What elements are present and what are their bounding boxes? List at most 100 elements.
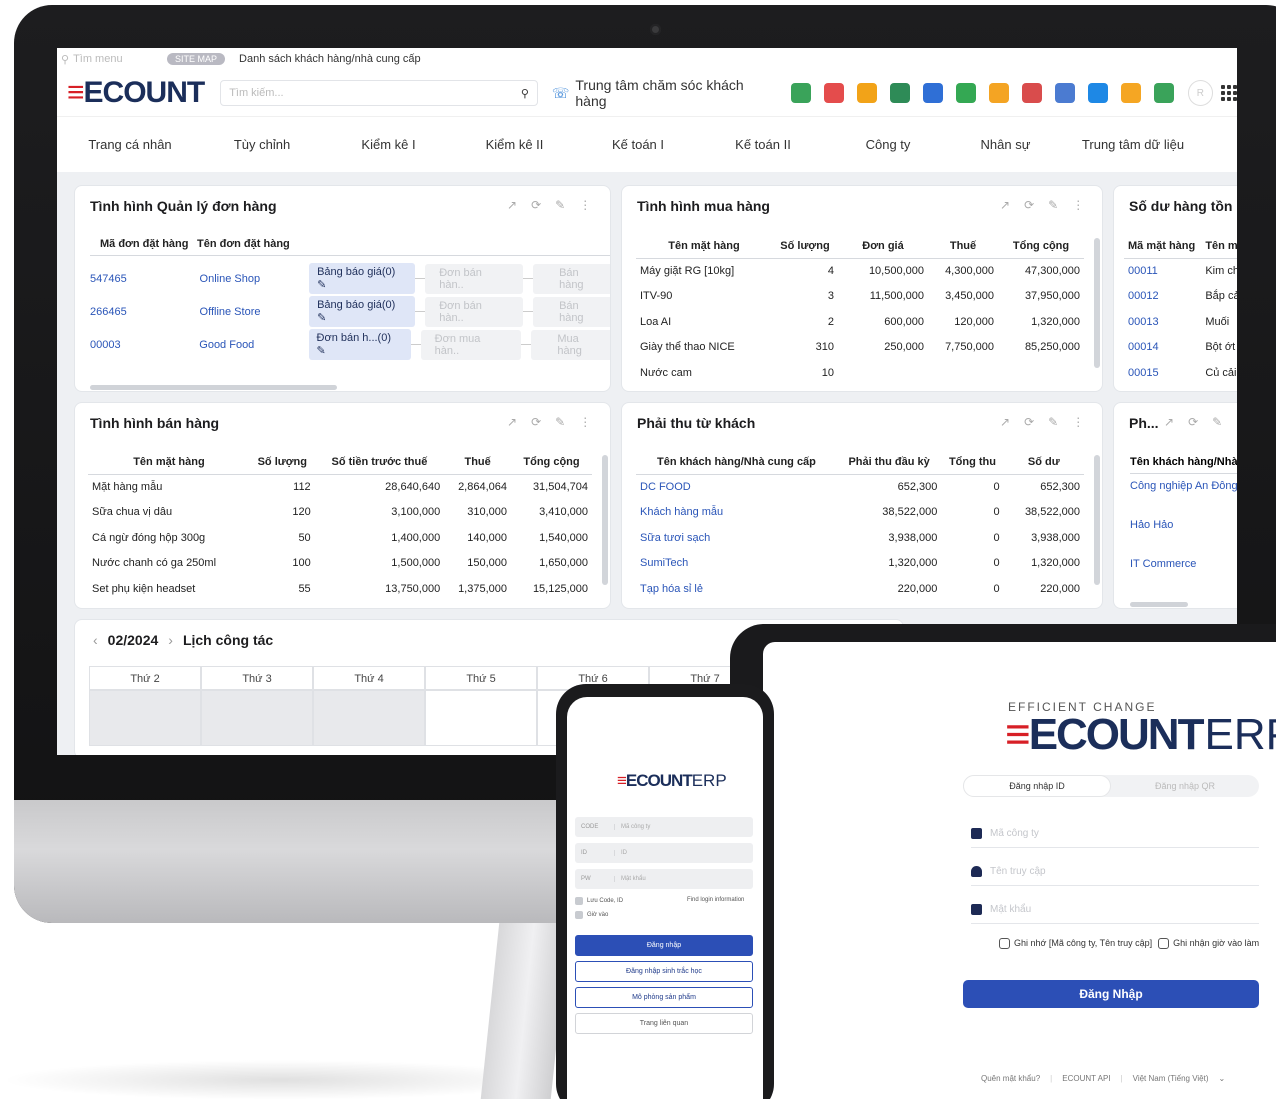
customer-link[interactable]: IT Commerce bbox=[1130, 557, 1237, 596]
table-row[interactable]: ITV-90 3 11,500,000 3,450,000 37,950,000 bbox=[636, 284, 1084, 310]
column-header[interactable]: Số tiền trước thuế bbox=[314, 450, 445, 475]
toolbar-app-icon[interactable] bbox=[1054, 83, 1075, 103]
username-field[interactable]: Tên truy cập bbox=[971, 858, 1259, 886]
nav-item[interactable]: Kế toán II bbox=[703, 137, 823, 152]
table-cell[interactable]: 00011 bbox=[1124, 258, 1201, 284]
column-header[interactable]: Thuế bbox=[928, 234, 998, 259]
column-header[interactable]: Số lượng bbox=[772, 234, 838, 259]
nav-item[interactable]: Kế toán I bbox=[573, 137, 703, 152]
order-code-link[interactable]: 547465 bbox=[90, 273, 200, 285]
table-row[interactable]: 00013 Muối bbox=[1124, 309, 1237, 335]
next-month-icon[interactable]: › bbox=[168, 632, 173, 648]
order-name-link[interactable]: Offline Store bbox=[200, 306, 310, 318]
column-header[interactable]: Thuế bbox=[444, 450, 511, 475]
toolbar-app-icon[interactable] bbox=[823, 83, 844, 103]
refresh-icon[interactable]: ⟳ bbox=[1024, 198, 1034, 212]
search-icon[interactable]: ⚲ bbox=[521, 87, 529, 100]
settings-icon[interactable]: ✎ bbox=[1048, 415, 1058, 429]
biometric-login-button[interactable]: Đăng nhập sinh trắc học bbox=[575, 961, 753, 982]
find-login-link[interactable]: Find login information bbox=[687, 897, 744, 903]
related-pages-button[interactable]: Trang liên quan bbox=[575, 1013, 753, 1034]
column-header[interactable]: Tên khách hàng/Nhà cung cấp bbox=[636, 450, 837, 475]
table-row[interactable]: Nước chanh có ga 250ml 100 1,500,000 150,00… bbox=[88, 551, 592, 577]
toolbar-app-icon[interactable] bbox=[1087, 83, 1108, 103]
sitemap-button[interactable]: SITE MAP bbox=[167, 53, 226, 65]
external-link-icon[interactable]: ↗ bbox=[1000, 415, 1010, 429]
nav-item[interactable]: Kiểm kê II bbox=[456, 137, 573, 152]
prev-month-icon[interactable]: ‹ bbox=[93, 632, 98, 648]
more-icon[interactable]: ⋮ bbox=[579, 415, 591, 429]
table-row[interactable]: Sữa tươi sạch 3,938,000 0 3,938,000 bbox=[636, 525, 1084, 551]
settings-icon[interactable]: ✎ bbox=[555, 415, 565, 429]
customer-link[interactable]: Hảo Hảo bbox=[1130, 518, 1237, 557]
breadcrumb[interactable]: Danh sách khách hàng/nhà cung cấp bbox=[239, 53, 421, 65]
calendar-day-cell[interactable] bbox=[201, 690, 313, 746]
customer-link[interactable]: Công nghiệp An Đông bbox=[1130, 479, 1237, 518]
table-row[interactable]: Mặt hàng mẫu 112 28,640,640 2,864,064 31,504… bbox=[88, 474, 592, 500]
table-row[interactable]: Nước cam 10 bbox=[636, 360, 1084, 386]
table-row[interactable]: Set phụ kiện headset 55 13,750,000 1,375,00… bbox=[88, 576, 592, 602]
workflow-step-active[interactable]: Bảng báo giá(0) ✎ bbox=[309, 296, 416, 327]
apps-grid-icon[interactable] bbox=[1221, 85, 1237, 101]
toolbar-app-icon[interactable] bbox=[889, 83, 910, 103]
table-row[interactable]: Máy giặt RG [10kg] 4 10,500,000 4,300,000 47… bbox=[636, 258, 1084, 284]
workflow-step-pending[interactable]: Bán hàng bbox=[533, 263, 610, 294]
table-cell[interactable]: Tạp hóa sỉ lẻ bbox=[636, 576, 837, 602]
settings-icon[interactable]: ✎ bbox=[1212, 415, 1222, 429]
workflow-step-pending[interactable]: Đơn mua hàn.. bbox=[420, 329, 522, 360]
save-code-checkbox[interactable]: Lưu Code, ID bbox=[575, 897, 623, 905]
menu-search[interactable]: ⚲ Tìm menu bbox=[57, 53, 167, 66]
table-cell[interactable]: 00015 bbox=[1124, 360, 1201, 386]
table-row[interactable]: 00014 Bột ớt bbox=[1124, 335, 1237, 361]
toolbar-app-icon[interactable] bbox=[1120, 83, 1141, 103]
workflow-step-active[interactable]: Bảng báo giá(0) ✎ bbox=[309, 263, 416, 294]
refresh-icon[interactable]: ⟳ bbox=[1188, 415, 1198, 429]
column-header[interactable]: Phải thu đầu kỳ bbox=[836, 450, 942, 475]
more-icon[interactable]: ⋮ bbox=[579, 198, 591, 212]
table-cell[interactable]: Sữa tươi sạch bbox=[636, 525, 837, 551]
table-row[interactable]: SumiTech 1,320,000 0 1,320,000 bbox=[636, 551, 1084, 577]
toolbar-app-icon[interactable] bbox=[955, 83, 976, 103]
remember-checkbox[interactable]: Ghi nhớ [Mã công ty, Tên truy cập] bbox=[999, 938, 1152, 950]
order-name-link[interactable]: Online Shop bbox=[200, 273, 310, 285]
ecount-logo[interactable]: ≡ ECOUNT bbox=[67, 76, 205, 110]
table-cell[interactable]: 00013 bbox=[1124, 309, 1201, 335]
table-cell[interactable]: 00014 bbox=[1124, 335, 1201, 361]
nav-item[interactable]: Công ty bbox=[823, 137, 953, 152]
table-row[interactable]: Cá ngừ đóng hộp 300g 50 1,400,000 140,000 1,… bbox=[88, 525, 592, 551]
workflow-step-pending[interactable]: Mua hàng bbox=[531, 329, 610, 360]
nav-item[interactable]: Nhân sự bbox=[953, 137, 1058, 152]
phone-input-field[interactable]: PW Mật khẩu bbox=[575, 869, 753, 889]
external-link-icon[interactable]: ↗ bbox=[1164, 415, 1174, 429]
phone-login-button[interactable]: Đăng nhập bbox=[575, 935, 753, 956]
table-cell[interactable]: DC FOOD bbox=[636, 474, 837, 500]
order-code-link[interactable]: 00003 bbox=[90, 339, 199, 351]
table-row[interactable]: Loa AI 2 600,000 120,000 1,320,000 bbox=[636, 309, 1084, 335]
table-row[interactable]: Khách hàng mẫu 38,522,000 0 38,522,000 bbox=[636, 500, 1084, 526]
toolbar-app-icon[interactable] bbox=[790, 83, 811, 103]
nav-item[interactable]: Kiểm kê I bbox=[321, 137, 456, 152]
external-link-icon[interactable]: ↗ bbox=[507, 198, 517, 212]
external-link-icon[interactable]: ↗ bbox=[507, 415, 517, 429]
table-cell[interactable]: 00012 bbox=[1124, 284, 1201, 310]
workflow-step-pending[interactable]: Bán hàng bbox=[533, 296, 610, 327]
api-link[interactable]: ECOUNT API bbox=[1062, 1074, 1110, 1083]
toolbar-app-icon[interactable] bbox=[1021, 83, 1042, 103]
table-row[interactable]: Sữa chua vị dâu 120 3,100,000 310,000 3,410,… bbox=[88, 500, 592, 526]
more-icon[interactable]: ⋮ bbox=[1072, 415, 1084, 429]
clock-checkbox[interactable]: Giờ vào bbox=[575, 911, 608, 919]
table-row[interactable]: 00011 Kim ch bbox=[1124, 258, 1237, 284]
column-header[interactable]: Số dư bbox=[1003, 450, 1084, 475]
nav-item[interactable]: Tùy chỉnh bbox=[203, 137, 321, 152]
more-icon[interactable]: ⋮ bbox=[1072, 198, 1084, 212]
toolbar-app-icon[interactable] bbox=[988, 83, 1009, 103]
refresh-icon[interactable]: ⟳ bbox=[531, 415, 541, 429]
workflow-step-pending[interactable]: Đơn bán hàn.. bbox=[425, 263, 524, 294]
column-header[interactable]: Tên mặt hàng bbox=[88, 450, 250, 475]
nav-item[interactable]: Trang cá nhân bbox=[57, 137, 203, 152]
table-row[interactable]: 00012 Bắp cả bbox=[1124, 284, 1237, 310]
settings-icon[interactable]: ✎ bbox=[1048, 198, 1058, 212]
login-button[interactable]: Đăng Nhập bbox=[963, 980, 1259, 1008]
table-row[interactable]: 00015 Củ cải bbox=[1124, 360, 1237, 386]
phone-input-field[interactable]: CODE Mã công ty bbox=[575, 817, 753, 837]
